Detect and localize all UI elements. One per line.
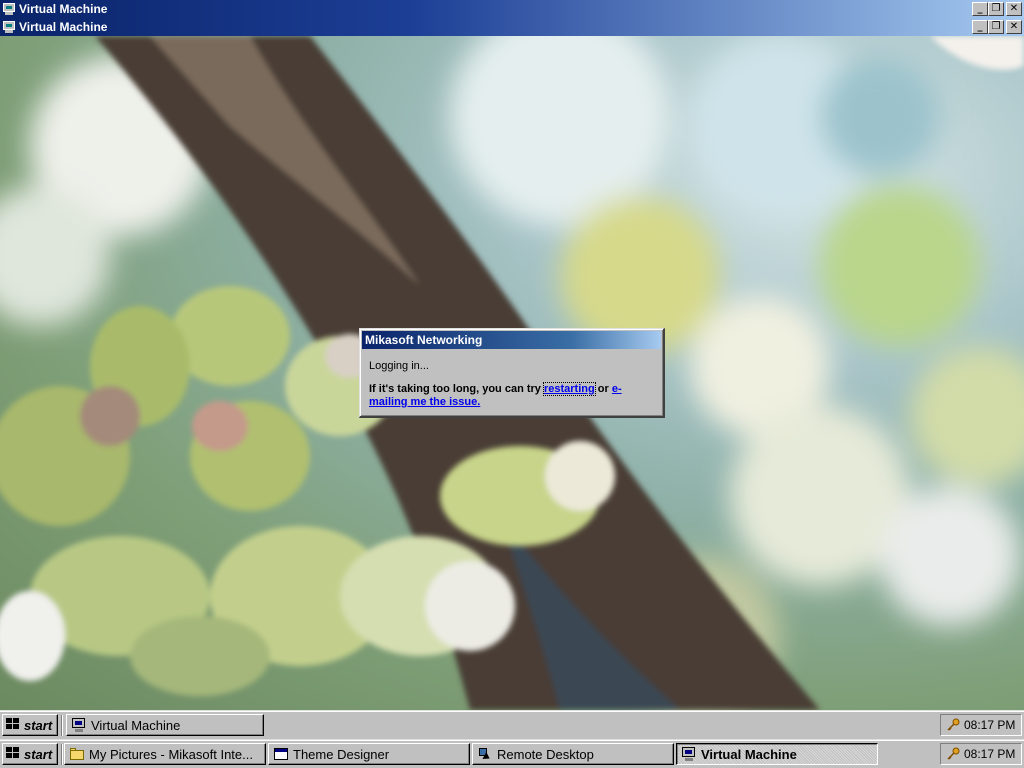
task-button-theme-designer[interactable]: Theme Designer	[268, 743, 470, 765]
start-logo-icon	[6, 718, 22, 732]
task-label: Theme Designer	[293, 746, 390, 762]
remote-desktop-icon	[477, 747, 493, 762]
task-button-virtual-machine[interactable]: Virtual Machine	[66, 714, 264, 736]
monitor-icon	[2, 20, 16, 34]
key-icon[interactable]	[946, 718, 960, 732]
restart-link[interactable]: restarting	[542, 382, 596, 396]
task-label: Virtual Machine	[91, 717, 181, 733]
taskbar-divider	[61, 744, 63, 765]
start-label: start	[24, 746, 53, 762]
dialog-message: If it's taking too long, you can try res…	[369, 382, 654, 409]
dialog-title[interactable]: Mikasoft Networking	[362, 331, 661, 349]
inner-window-titlebar[interactable]: Virtual Machine _ ❐ ✕	[0, 18, 1024, 36]
minimize-button[interactable]: _	[972, 20, 988, 34]
task-button-virtual-machine[interactable]: Virtual Machine	[676, 743, 878, 765]
window-title: Virtual Machine	[19, 20, 108, 34]
task-label: My Pictures - Mikasoft Inte...	[89, 746, 253, 762]
key-icon[interactable]	[946, 747, 960, 761]
clock[interactable]: 08:17 PM	[964, 718, 1015, 732]
networking-dialog: Mikasoft Networking Logging in... If it'…	[359, 328, 665, 418]
system-tray: 08:17 PM	[940, 743, 1022, 765]
task-label: Remote Desktop	[497, 746, 594, 762]
taskbar-divider	[61, 715, 63, 736]
monitor-icon	[681, 747, 697, 761]
window-icon	[273, 747, 289, 761]
task-label: Virtual Machine	[701, 746, 797, 762]
outer-window-titlebar[interactable]: Virtual Machine _ ❐ ✕	[0, 0, 1024, 18]
start-button[interactable]: start	[2, 743, 58, 765]
monitor-icon	[71, 718, 87, 732]
start-button[interactable]: start	[2, 714, 58, 736]
close-button[interactable]: ✕	[1006, 2, 1022, 16]
message-prefix: If it's taking too long, you can try	[369, 383, 544, 395]
restore-button[interactable]: ❐	[988, 2, 1004, 16]
folder-icon	[69, 747, 85, 761]
task-button-remote-desktop[interactable]: Remote Desktop	[472, 743, 674, 765]
restore-button[interactable]: ❐	[988, 20, 1004, 34]
task-button-my-pictures[interactable]: My Pictures - Mikasoft Inte...	[64, 743, 266, 765]
start-logo-icon	[6, 747, 22, 761]
minimize-button[interactable]: _	[972, 2, 988, 16]
system-tray: 08:17 PM	[940, 714, 1022, 736]
inner-taskbar: start Virtual Machine 08:17 PM	[0, 710, 1024, 739]
close-button[interactable]: ✕	[1006, 20, 1022, 34]
start-label: start	[24, 717, 53, 733]
clock[interactable]: 08:17 PM	[964, 747, 1015, 761]
window-title: Virtual Machine	[19, 2, 108, 16]
message-mid: or	[594, 383, 612, 395]
monitor-icon	[2, 2, 16, 16]
outer-taskbar: start My Pictures - Mikasoft Inte... The…	[0, 739, 1024, 768]
dialog-status-text: Logging in...	[369, 360, 429, 372]
